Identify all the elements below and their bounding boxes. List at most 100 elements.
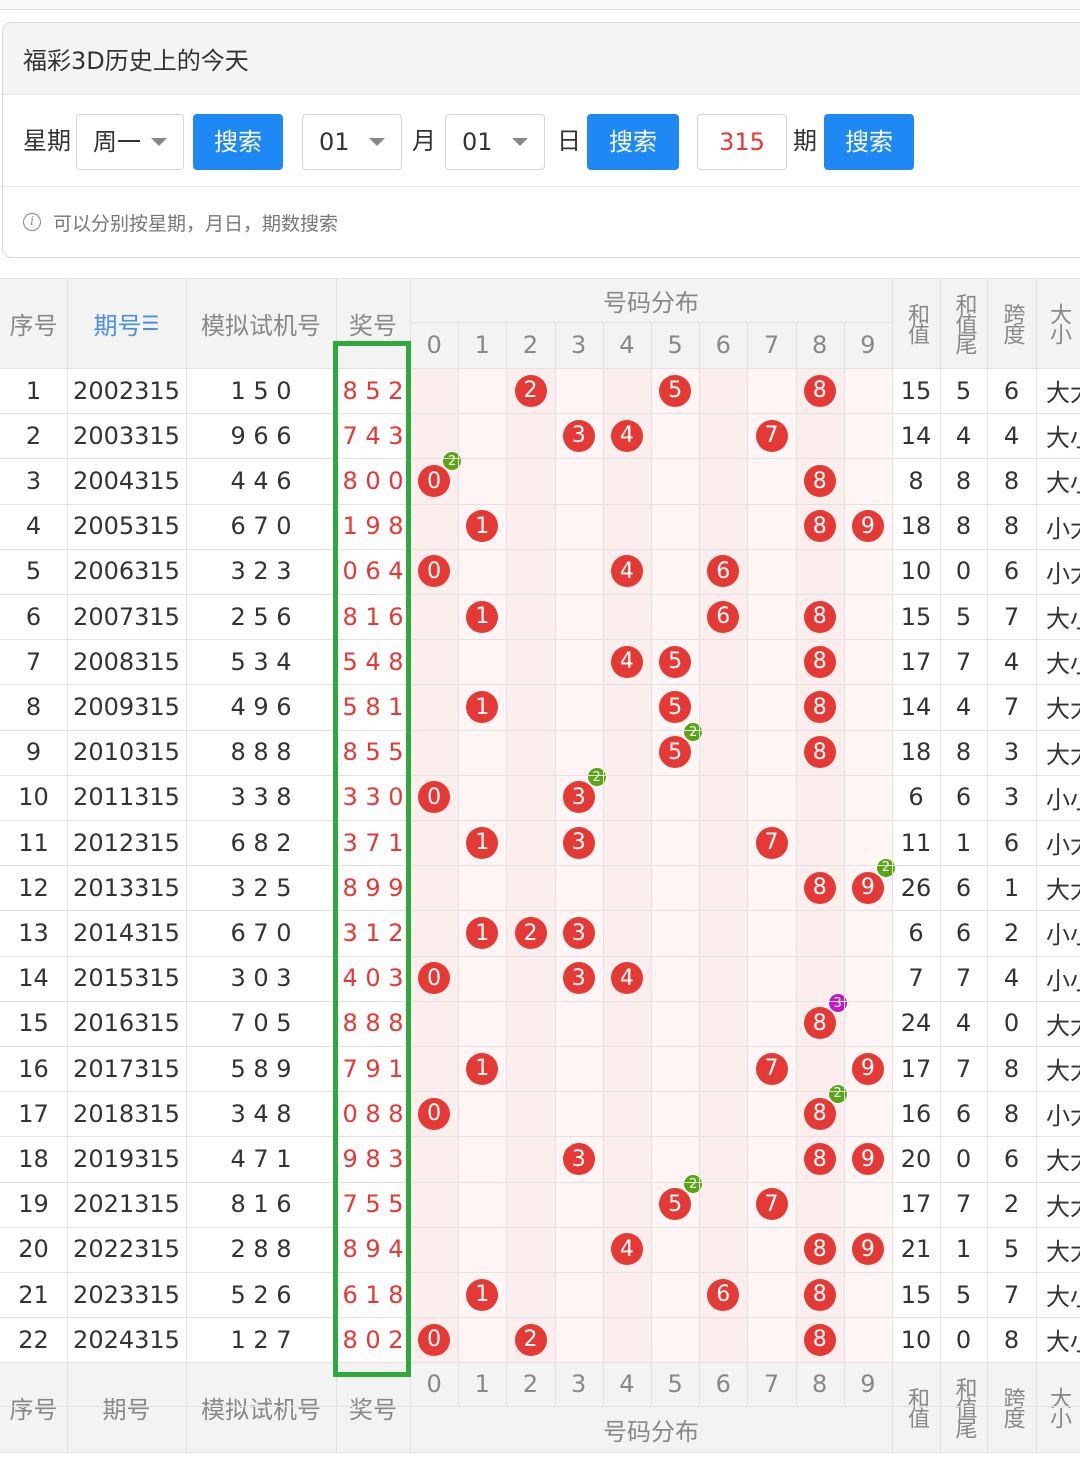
row-issue: 2009315 bbox=[73, 692, 180, 721]
header-seq: 序号 bbox=[0, 278, 67, 368]
row-sum-tail: 1 bbox=[955, 1235, 972, 1264]
footer-digit: 3 bbox=[554, 1362, 603, 1407]
search-weekday-button[interactable]: 搜索 bbox=[193, 114, 283, 170]
row-sum: 21 bbox=[900, 1235, 932, 1264]
row-issue: 2003315 bbox=[73, 421, 180, 450]
row-span: 7 bbox=[1003, 602, 1020, 631]
row-span: 8 bbox=[1003, 512, 1020, 541]
prize-column-highlight bbox=[333, 341, 411, 1377]
row-span: 6 bbox=[1003, 828, 1020, 857]
number-ball: 3 bbox=[562, 826, 595, 859]
row-sum: 16 bbox=[900, 1099, 932, 1128]
sort-icon[interactable]: ☰ bbox=[142, 311, 160, 335]
number-ball: 8 bbox=[803, 1323, 836, 1356]
row-seq: 8 bbox=[25, 692, 42, 721]
search-row: 星期 周一 搜索 01 月 01 日 搜索 315 期 搜索 bbox=[3, 95, 1080, 187]
issue-input[interactable]: 315 bbox=[697, 114, 787, 170]
number-ball: 6 bbox=[707, 600, 740, 633]
grid-line bbox=[0, 1362, 1080, 1364]
number-ball: 4 bbox=[610, 645, 643, 678]
number-ball: 1 bbox=[466, 600, 499, 633]
row-issue: 2005315 bbox=[73, 512, 180, 541]
header-digit: 8 bbox=[795, 322, 844, 368]
row-sum: 20 bbox=[900, 1144, 932, 1173]
row-sim: 3 0 3 bbox=[230, 964, 292, 993]
footer-digit: 6 bbox=[699, 1362, 748, 1407]
row-span: 2 bbox=[1003, 1190, 1020, 1219]
number-ball: 8 bbox=[803, 374, 836, 407]
number-ball: 8 bbox=[803, 1007, 836, 1040]
grid-line bbox=[0, 1317, 1080, 1319]
number-ball: 5 bbox=[659, 691, 692, 723]
row-sum-tail: 6 bbox=[955, 783, 972, 812]
header-digit: 4 bbox=[602, 322, 651, 368]
row-sim: 7 0 5 bbox=[230, 1009, 292, 1038]
row-size: 大大小 bbox=[1046, 1147, 1080, 1176]
number-ball: 0 bbox=[418, 1323, 451, 1356]
row-sum: 14 bbox=[900, 421, 932, 450]
row-sum-tail: 5 bbox=[955, 1280, 972, 1309]
row-sim: 3 2 5 bbox=[230, 873, 292, 902]
footer-digit: 1 bbox=[458, 1362, 507, 1407]
search-issue-button[interactable]: 搜索 bbox=[824, 114, 914, 170]
row-sum-tail: 4 bbox=[955, 692, 972, 721]
search-date-button[interactable]: 搜索 bbox=[587, 114, 679, 170]
footer-digit: 2 bbox=[506, 1362, 555, 1407]
row-size: 大大小 bbox=[1046, 1057, 1080, 1086]
number-ball: 8 bbox=[803, 645, 836, 678]
row-span: 4 bbox=[1003, 647, 1020, 676]
weekday-label: 星期 bbox=[23, 127, 71, 155]
day-label: 日 bbox=[557, 127, 581, 155]
grid-line bbox=[410, 322, 892, 323]
info-icon: i bbox=[23, 213, 41, 231]
number-ball: 8 bbox=[803, 691, 836, 723]
grid-line bbox=[602, 322, 604, 1407]
row-sum: 11 bbox=[900, 828, 932, 857]
row-seq: 16 bbox=[18, 1054, 49, 1083]
day-value: 01 bbox=[462, 128, 493, 156]
grid-line bbox=[554, 322, 556, 1407]
footer-digit: 8 bbox=[795, 1362, 844, 1407]
row-sum: 26 bbox=[900, 873, 932, 902]
number-ball: 8 bbox=[803, 510, 836, 543]
row-sim: 5 3 4 bbox=[230, 647, 292, 676]
top-strip bbox=[0, 0, 1080, 10]
month-select[interactable]: 01 bbox=[302, 114, 402, 170]
row-size: 小大大 bbox=[1046, 514, 1080, 543]
grid-line bbox=[0, 1406, 1080, 1408]
row-size: 大小大 bbox=[1046, 650, 1080, 679]
header-dist: 号码分布 bbox=[410, 278, 892, 322]
row-sum-tail: 1 bbox=[955, 828, 972, 857]
grid-line bbox=[747, 322, 749, 1407]
row-size: 大大小 bbox=[1046, 1237, 1080, 1266]
number-ball: 8 bbox=[803, 1233, 836, 1266]
row-issue: 2024315 bbox=[73, 1325, 180, 1354]
footer-digit: 9 bbox=[843, 1362, 892, 1407]
number-ball: 9 bbox=[851, 871, 884, 904]
number-ball: 7 bbox=[755, 1188, 788, 1221]
grid-line bbox=[699, 322, 701, 1407]
row-sum: 15 bbox=[900, 1280, 932, 1309]
header-digit: 3 bbox=[554, 322, 603, 368]
weekday-select[interactable]: 周一 bbox=[76, 114, 184, 170]
row-seq: 5 bbox=[25, 557, 42, 586]
row-seq: 11 bbox=[18, 828, 49, 857]
number-ball: 8 bbox=[803, 1278, 836, 1311]
chevron-down-icon bbox=[151, 138, 167, 146]
row-seq: 10 bbox=[18, 783, 49, 812]
row-sum-tail: 4 bbox=[955, 421, 972, 450]
footer-digit: 4 bbox=[602, 1362, 651, 1407]
row-sim: 3 2 3 bbox=[230, 557, 292, 586]
day-select[interactable]: 01 bbox=[445, 114, 545, 170]
row-issue: 2019315 bbox=[73, 1144, 180, 1173]
header-issue[interactable]: 期号 ☰ bbox=[67, 278, 186, 368]
row-sum: 6 bbox=[908, 783, 924, 812]
row-sim: 6 8 2 bbox=[230, 828, 292, 857]
number-ball: 8 bbox=[803, 1143, 836, 1175]
row-sum: 10 bbox=[900, 557, 932, 586]
row-seq: 4 bbox=[25, 512, 42, 541]
header-digit: 0 bbox=[410, 322, 459, 368]
row-sum-tail: 0 bbox=[955, 1325, 972, 1354]
grid-line bbox=[0, 865, 1080, 867]
row-issue: 2007315 bbox=[73, 602, 180, 631]
